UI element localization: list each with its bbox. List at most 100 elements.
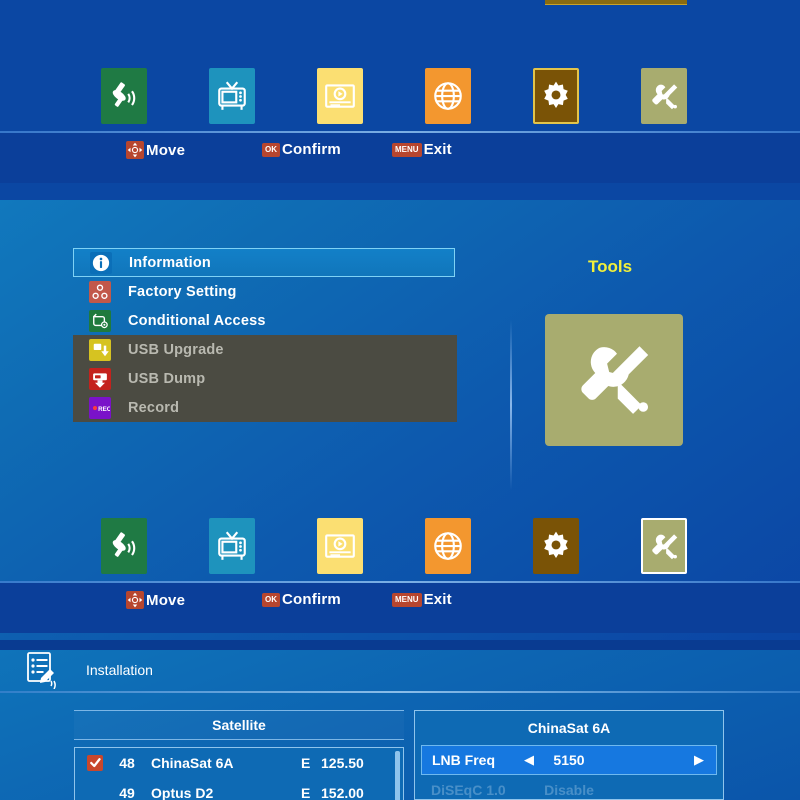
cutoff-gold-bar [545,0,687,5]
usb-upgrade-icon [89,338,111,361]
lnb-settings-panel: ChinaSat 6A LNB Freq ◀ 5150 ▶ DiSEqC 1.0 Disa… [414,710,724,800]
gear-icon [544,81,568,109]
menu-item-label: Record [128,399,180,416]
top-nav-tools[interactable] [636,68,692,124]
bottom-nav-tools[interactable] [636,518,692,574]
satellite-number: 49 [119,785,135,800]
media-player-icon [325,84,355,108]
menu-item-conditional-access[interactable]: Conditional Access [73,306,455,335]
info-icon [90,251,112,274]
bottom-nav-satellite-dish[interactable] [96,518,152,574]
lnb-rows: LNB Freq ◀ 5150 ▶ DiSEqC 1.0 Disable [415,745,723,800]
installation-icon [24,651,64,689]
lnb-row-label: DiSEqC 1.0 [431,782,506,798]
hint-label: Move [146,141,186,159]
gear-icon-tile[interactable] [533,518,579,574]
globe-icon [434,82,462,110]
key-chip-menu: MENU [392,592,422,607]
media-player-icon-tile[interactable] [317,68,363,124]
tools-panel-icon [545,314,683,446]
usb-dump-icon [93,372,107,388]
top-hint-bar: Move OK Confirm MENU Exit [0,133,800,183]
hint-label: Move [146,591,186,609]
satellite-panel-header: Satellite [74,710,404,740]
tools-icon [652,84,678,110]
tools-menu-screen: Information Factory Setting Conditional Ac… [0,200,800,640]
hint-label: Confirm [282,591,341,608]
bottom-nav-media-player[interactable] [312,518,368,574]
menu-item-record: REC Record [73,393,457,422]
satellite-checkbox[interactable] [87,785,103,800]
usb-dump-icon [89,367,111,390]
satellite-dish-icon [112,532,136,557]
hint-label: Confirm [282,141,341,158]
satellite-dish-icon-tile[interactable] [101,518,147,574]
top-hint-move: Move [126,141,185,159]
satellite-checkbox[interactable] [87,755,103,771]
globe-icon-tile[interactable] [425,68,471,124]
satellite-row[interactable]: 48 ChinaSat 6A E 125.50 [75,748,403,778]
menu-item-usb-dump: USB Dump [73,364,457,393]
top-nav-gear[interactable] [528,68,584,124]
bottom-nav-gear[interactable] [528,518,584,574]
top-hint-confirm: OK Confirm [262,141,341,158]
left-arrow-icon[interactable]: ◀ [524,752,534,768]
satellite-panel: Satellite 48 ChinaSat 6A E 125.50 49 Optus D2… [74,710,404,800]
key-chip-menu: MENU [392,142,422,157]
tools-icon-tile[interactable] [641,518,687,574]
lnb-row-label: LNB Freq [432,752,495,768]
bottom-nav-globe[interactable] [420,518,476,574]
tools-panel-title: Tools [588,257,633,276]
top-nav-media-player[interactable] [312,68,368,124]
menu-item-label: Information [129,254,211,271]
conditional-access-icon [89,309,111,332]
satellite-list[interactable]: 48 ChinaSat 6A E 125.50 49 Optus D2 E 152.00 [74,747,404,800]
tools-menu-list: Information Factory Setting Conditional Ac… [73,248,457,422]
menu-item-label: Factory Setting [128,283,237,300]
bottom-nav-tv[interactable] [204,518,260,574]
satellite-row[interactable]: 49 Optus D2 E 152.00 [75,778,403,800]
satellite-header-label: Satellite [212,717,266,733]
menu-item-usb-upgrade: USB Upgrade [73,335,457,364]
hint-label: Exit [423,141,452,158]
media-player-icon [325,534,355,558]
satellite-list-scrollbar[interactable] [395,751,400,800]
hint-label: Exit [423,591,452,608]
tv-icon-tile[interactable] [209,68,255,124]
gear-icon-tile[interactable] [533,68,579,124]
conditional-access-icon [93,313,108,328]
mid-hint-confirm: OK Confirm [262,591,341,608]
globe-icon-tile[interactable] [425,518,471,574]
installation-title: Installation [86,662,153,678]
menu-item-information[interactable]: Information [73,248,455,277]
satellite-longitude: 125.50 [321,755,364,771]
top-icon-bar [0,58,800,136]
usb-upgrade-icon [93,343,109,356]
lnb-row-lnb-freq[interactable]: LNB Freq ◀ 5150 ▶ [421,745,717,775]
gear-icon [544,531,568,559]
installation-header: Installation [0,650,800,690]
installation-screen: Installation Satellite 48 ChinaSat 6A E 125… [0,640,800,800]
key-chip-ok: OK [262,592,280,607]
menu-item-label: USB Dump [128,370,206,387]
menu-item-label: USB Upgrade [128,341,224,358]
top-nav-satellite-dish[interactable] [96,68,152,124]
tools-icon-tile[interactable] [641,68,687,124]
dpad-icon [126,591,144,609]
record-icon: REC [89,396,111,419]
bottom-icon-bar [0,508,800,586]
mid-hint-move: Move [126,591,185,609]
satellite-dish-icon-tile[interactable] [101,68,147,124]
top-nav-globe[interactable] [420,68,476,124]
lnb-row-diseqc-1-0[interactable]: DiSEqC 1.0 Disable [421,775,717,800]
right-arrow-icon[interactable]: ▶ [694,752,704,768]
top-menu-screen: Move OK Confirm MENU Exit [0,0,800,200]
tv-icon-tile[interactable] [209,518,255,574]
dpad-icon [127,592,143,608]
media-player-icon-tile[interactable] [317,518,363,574]
dpad-icon [127,142,143,158]
menu-item-factory-setting[interactable]: Factory Setting [73,277,455,306]
top-nav-tv[interactable] [204,68,260,124]
installation-divider [0,691,800,693]
svg-text:REC: REC [98,405,110,412]
